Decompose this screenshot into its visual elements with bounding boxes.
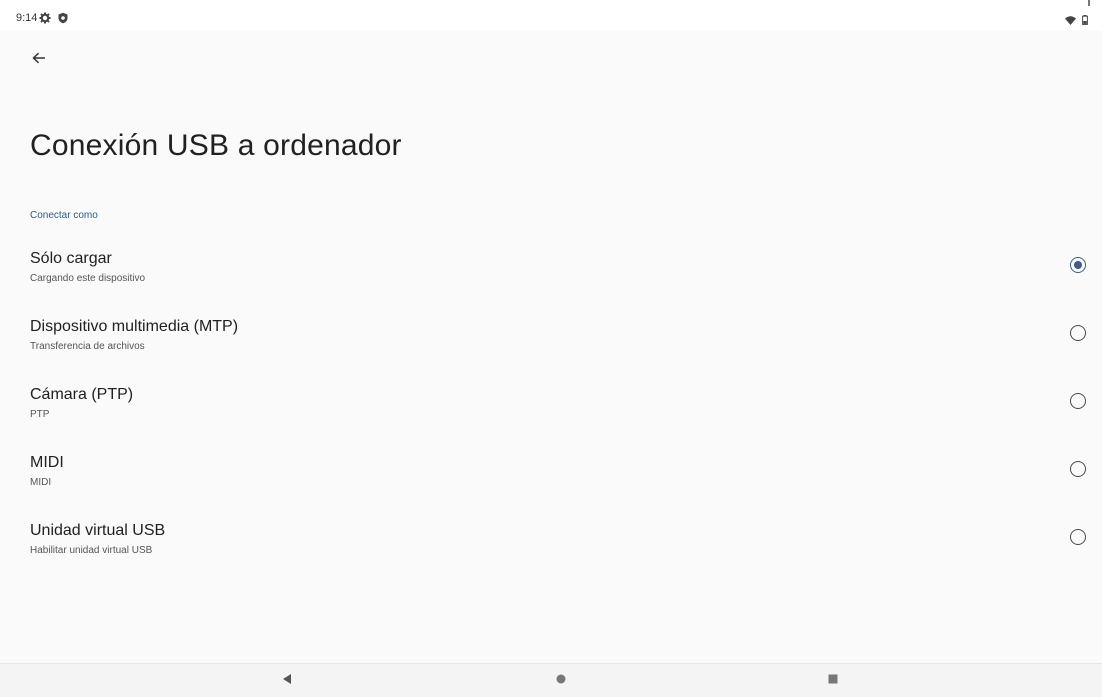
nav-back-button[interactable] xyxy=(279,673,295,689)
back-triangle-icon xyxy=(281,672,293,690)
option-title: Cámara (PTP) xyxy=(30,386,134,403)
option-ptp[interactable]: Cámara (PTP) PTP xyxy=(0,376,1102,444)
nav-recents-button[interactable] xyxy=(825,673,841,689)
option-subtitle: Habilitar unidad virtual USB xyxy=(30,545,153,556)
navigation-bar xyxy=(0,663,1102,697)
arrow-left-icon xyxy=(32,51,46,69)
option-mtp[interactable]: Dispositivo multimedia (MTP) Transferenc… xyxy=(0,308,1102,376)
radio-button[interactable] xyxy=(1070,325,1086,341)
radio-button[interactable] xyxy=(1070,461,1086,477)
settings-screen: 9:14 Conexión USB a ordenador Conectar c… xyxy=(0,0,1102,697)
home-circle-icon xyxy=(555,672,567,690)
status-divider xyxy=(1088,0,1090,6)
shield-icon xyxy=(57,11,69,24)
recents-square-icon xyxy=(827,672,839,690)
option-title: Dispositivo multimedia (MTP) xyxy=(30,318,239,335)
radio-dot xyxy=(1074,261,1082,269)
option-subtitle: Cargando este dispositivo xyxy=(30,273,146,284)
radio-button[interactable] xyxy=(1070,393,1086,409)
status-right-icons xyxy=(1065,12,1088,30)
status-time: 9:14 xyxy=(16,12,38,24)
option-virtual-usb[interactable]: Unidad virtual USB Habilitar unidad virt… xyxy=(0,512,1102,580)
option-subtitle: PTP xyxy=(30,409,50,420)
radio-button[interactable] xyxy=(1070,529,1086,545)
option-title: Unidad virtual USB xyxy=(30,522,166,539)
back-button[interactable] xyxy=(26,47,52,73)
page-title: Conexión USB a ordenador xyxy=(30,129,402,162)
option-title: MIDI xyxy=(30,454,64,471)
radio-button-selected[interactable] xyxy=(1070,257,1086,273)
section-header: Conectar como xyxy=(30,210,98,221)
option-subtitle: Transferencia de archivos xyxy=(30,341,145,352)
nav-home-button[interactable] xyxy=(553,673,569,689)
gear-icon xyxy=(39,11,51,24)
usb-mode-options: Sólo cargar Cargando este dispositivo Di… xyxy=(0,240,1102,580)
battery-icon xyxy=(1082,12,1088,30)
option-midi[interactable]: MIDI MIDI xyxy=(0,444,1102,512)
option-subtitle: MIDI xyxy=(30,477,52,488)
status-bar: 9:14 xyxy=(0,0,1102,30)
option-charge-only[interactable]: Sólo cargar Cargando este dispositivo xyxy=(0,240,1102,308)
wifi-icon xyxy=(1065,12,1076,30)
option-title: Sólo cargar xyxy=(30,250,112,267)
